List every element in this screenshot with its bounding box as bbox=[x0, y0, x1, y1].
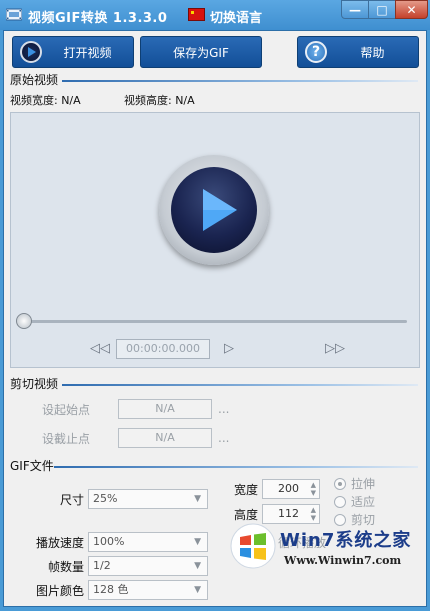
watermark-url: Www.Winwin7.com bbox=[284, 554, 402, 567]
speed-select[interactable]: 100% ▼ bbox=[88, 532, 208, 552]
china-flag-icon[interactable] bbox=[188, 8, 205, 21]
title-bar: 视频GIF转换 1.3.3.0 切换语言 — □ ✕ bbox=[0, 0, 430, 30]
big-play-button[interactable] bbox=[159, 155, 269, 265]
radio-fit-label: 适应 bbox=[351, 495, 376, 509]
section-divider bbox=[62, 384, 418, 386]
window-title: 视频GIF转换 1.3.3.0 bbox=[28, 11, 168, 26]
open-video-label: 打开视频 bbox=[63, 45, 112, 60]
play-icon bbox=[20, 41, 42, 63]
play-icon bbox=[203, 189, 237, 231]
rewind-icon[interactable]: ◁◁ bbox=[90, 341, 110, 356]
size-select[interactable]: 25% ▼ bbox=[88, 489, 208, 509]
radio-stretch[interactable]: 拉伸 bbox=[334, 475, 375, 492]
end-point-field[interactable]: N/A bbox=[118, 428, 212, 448]
color-label: 图片颜色 bbox=[35, 584, 84, 598]
windows-logo-icon bbox=[230, 523, 276, 569]
gif-file-title: GIF文件 bbox=[10, 459, 54, 473]
step-play-icon[interactable]: ▷ bbox=[224, 341, 234, 356]
maximize-icon: □ bbox=[376, 2, 388, 17]
end-more-button[interactable]: ... bbox=[218, 431, 229, 445]
video-height-label: 视频高度: N/A bbox=[124, 94, 195, 107]
start-point-label: 设起始点 bbox=[42, 403, 91, 417]
width-value: 200 bbox=[278, 482, 299, 495]
video-width-label: 视频宽度: N/A bbox=[10, 94, 81, 107]
site-watermark: Win7系统之家 Www.Winwin7.com bbox=[230, 518, 422, 576]
switch-language-button[interactable]: 切换语言 bbox=[210, 7, 262, 26]
video-preview[interactable]: ◁◁ 00:00:00.000 ▷ ▷▷ bbox=[10, 112, 420, 368]
color-value: 128 色 bbox=[93, 583, 129, 596]
original-video-title: 原始视频 bbox=[10, 73, 59, 87]
size-value: 25% bbox=[93, 492, 118, 505]
frames-select[interactable]: 1/2 ▼ bbox=[88, 556, 208, 576]
start-point-field[interactable]: N/A bbox=[118, 399, 212, 419]
radio-fit[interactable]: 适应 bbox=[334, 493, 375, 510]
film-icon bbox=[5, 7, 23, 22]
maximize-button[interactable]: □ bbox=[368, 0, 396, 19]
save-gif-button[interactable]: 保存为GIF bbox=[140, 36, 262, 68]
speed-value: 100% bbox=[93, 535, 125, 548]
open-video-button[interactable]: 打开视频 bbox=[12, 36, 134, 68]
size-label: 尺寸 bbox=[59, 493, 84, 507]
end-point-label: 设截止点 bbox=[42, 432, 91, 446]
minimize-icon: — bbox=[349, 2, 361, 17]
close-icon: ✕ bbox=[406, 2, 417, 17]
width-stepper[interactable]: 200 ▲ ▼ bbox=[262, 479, 320, 499]
clip-video-title: 剪切视频 bbox=[10, 377, 59, 391]
frames-value: 1/2 bbox=[93, 559, 111, 572]
minimize-button[interactable]: — bbox=[341, 0, 369, 19]
section-divider bbox=[62, 80, 418, 82]
chevron-down-icon: ▼ bbox=[194, 537, 201, 547]
speed-label: 播放速度 bbox=[35, 536, 84, 550]
fast-forward-icon[interactable]: ▷▷ bbox=[325, 341, 345, 356]
frames-label: 帧数量 bbox=[47, 560, 84, 574]
help-icon: ? bbox=[305, 41, 327, 63]
radio-indicator bbox=[334, 477, 346, 490]
color-select[interactable]: 128 色 ▼ bbox=[88, 580, 208, 600]
start-more-button[interactable]: ... bbox=[218, 402, 229, 416]
chevron-down-icon: ▼ bbox=[194, 561, 201, 571]
watermark-brand: Win7系统之家 bbox=[280, 530, 412, 551]
save-gif-label: 保存为GIF bbox=[173, 45, 229, 60]
section-divider bbox=[54, 466, 418, 468]
time-display: 00:00:00.000 bbox=[116, 339, 210, 359]
spinner-arrows-icon[interactable]: ▲ ▼ bbox=[311, 481, 316, 497]
chevron-down-icon: ▼ bbox=[194, 494, 201, 504]
close-button[interactable]: ✕ bbox=[395, 0, 428, 19]
radio-stretch-label: 拉伸 bbox=[351, 477, 376, 491]
chevron-down-icon: ▼ bbox=[194, 585, 201, 595]
radio-indicator bbox=[334, 495, 346, 508]
seek-track[interactable] bbox=[25, 320, 407, 323]
help-label: 帮助 bbox=[360, 45, 385, 60]
seek-handle[interactable] bbox=[16, 313, 32, 329]
width-label: 宽度 bbox=[233, 483, 258, 497]
help-button[interactable]: ? 帮助 bbox=[297, 36, 419, 68]
